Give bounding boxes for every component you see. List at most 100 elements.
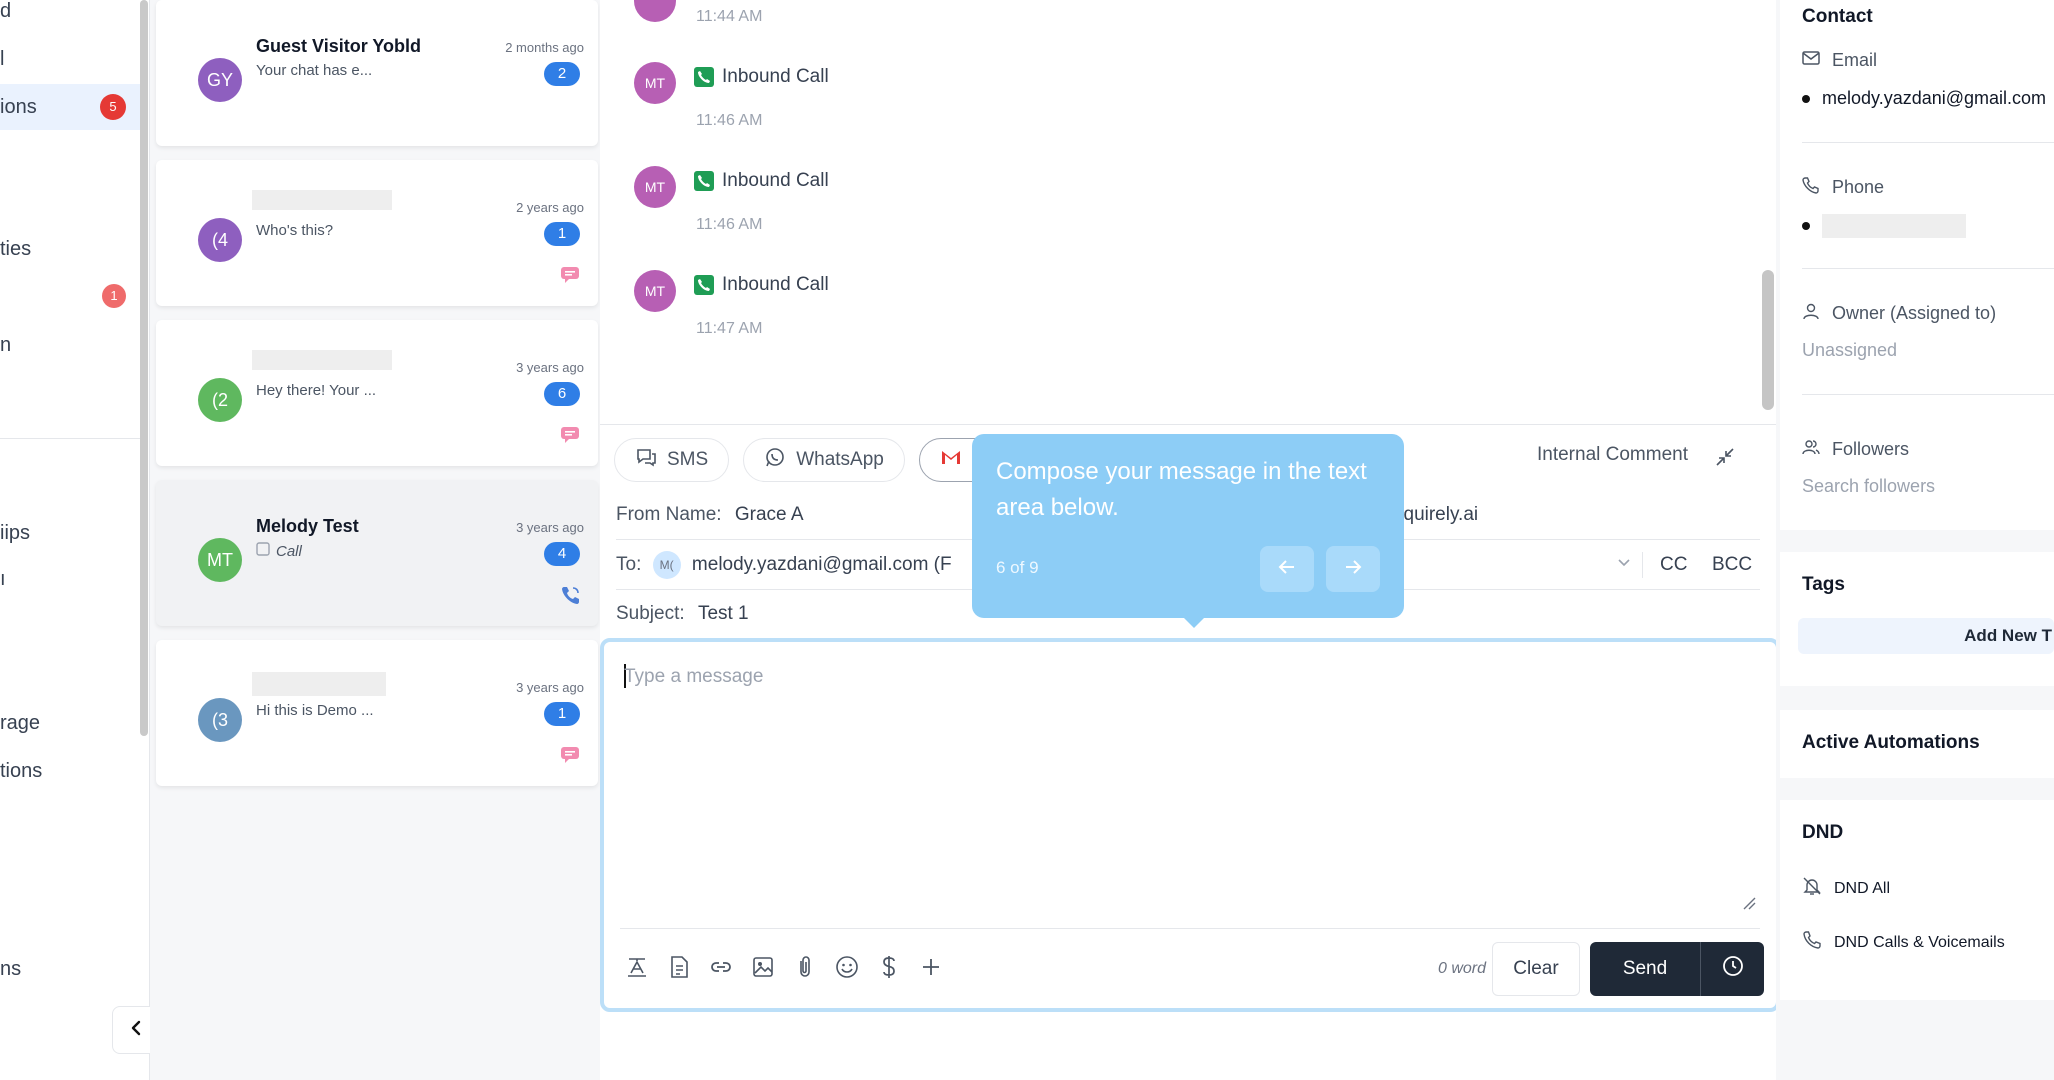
nav-item-5[interactable]: n — [0, 334, 11, 357]
resize-handle-icon[interactable] — [1742, 896, 1756, 915]
timestamp: 3 years ago — [516, 680, 584, 695]
collapse-icon[interactable] — [1714, 446, 1736, 473]
unread-count-badge: 6 — [544, 382, 580, 406]
nav-item-7[interactable]: ı — [0, 568, 6, 591]
link-icon[interactable] — [708, 954, 734, 980]
message-textarea-container: Type a message 0 word Clear Send — [600, 638, 1780, 1012]
avatar: (2 — [198, 378, 242, 422]
avatar: MT — [634, 270, 676, 312]
conversation-item-selected[interactable]: MT Melody Test Call 3 years ago 4 — [156, 480, 598, 626]
owner-label: Owner (Assigned to) — [1832, 303, 1997, 323]
plus-icon[interactable] — [918, 954, 944, 980]
dnd-calls-label: DND Calls & Voicemails — [1834, 933, 2005, 951]
owner-value[interactable]: Unassigned — [1802, 340, 1897, 361]
message-snippet-row: Call — [256, 542, 302, 560]
emoji-icon[interactable] — [834, 954, 860, 980]
user-icon — [1802, 302, 1820, 325]
nav-item-settings[interactable]: ns — [0, 958, 21, 981]
channel-tabs: SMS WhatsApp — [614, 438, 1003, 482]
from-value[interactable]: Grace A — [735, 504, 804, 525]
tooltip-next-button[interactable] — [1326, 546, 1380, 592]
avatar: MT — [634, 166, 676, 208]
subject-value[interactable]: Test 1 — [698, 603, 749, 624]
dollar-icon[interactable] — [876, 954, 902, 980]
phone-label-row: Phone — [1802, 176, 1884, 199]
chevron-down-icon[interactable] — [1616, 540, 1632, 590]
clear-button[interactable]: Clear — [1492, 942, 1580, 996]
onboarding-tooltip: Compose your message in the text area be… — [972, 434, 1404, 628]
avatar: GY — [198, 58, 242, 102]
schedule-send-button[interactable] — [1701, 954, 1764, 984]
followers-label: Followers — [1832, 439, 1910, 459]
tab-sms[interactable]: SMS — [614, 438, 730, 482]
email-value-row: melody.yazdani@gmail.com — [1802, 88, 2046, 109]
cc-button[interactable]: CC — [1660, 540, 1687, 590]
avatar: (3 — [198, 698, 242, 742]
message-textarea[interactable]: Type a message — [624, 666, 763, 688]
unread-count-badge: 4 — [544, 542, 580, 566]
nav-item-2[interactable]: l — [0, 48, 4, 71]
email-label-row: Email — [1802, 50, 1877, 71]
recipient-email[interactable]: melody.yazdani@gmail.com (F — [692, 554, 952, 575]
bcc-button[interactable]: BCC — [1712, 540, 1752, 590]
nav-badge-unread: 5 — [100, 94, 126, 120]
dnd-all-row[interactable]: DND All — [1802, 876, 1890, 901]
contact-card: Contact Email melody.yazdani@gmail.com P… — [1780, 0, 2054, 530]
arrow-left-icon — [1276, 556, 1298, 583]
nav-item-memberships[interactable]: iips — [0, 522, 30, 545]
email-value[interactable]: melody.yazdani@gmail.com — [1822, 88, 2046, 109]
conversation-list: GY Guest Visitor Yobld Your chat has e..… — [150, 0, 600, 1080]
mail-icon — [1802, 50, 1820, 71]
internal-comment-tab[interactable]: Internal Comment — [1537, 444, 1688, 466]
conversation-item[interactable]: GY Guest Visitor Yobld Your chat has e..… — [156, 0, 598, 146]
message-icon — [560, 746, 580, 764]
phone-icon — [694, 67, 714, 87]
avatar: (4 — [198, 218, 242, 262]
phone-icon — [694, 171, 714, 191]
call-small-icon — [256, 542, 270, 560]
nav-item-opportunities[interactable]: ties — [0, 238, 31, 261]
nav-item-automations[interactable]: tions — [0, 760, 42, 783]
unread-count-badge: 1 — [544, 702, 580, 726]
left-nav: d l ions 5 ties 1 n iips ı rage tions ns — [0, 0, 160, 1080]
email-label: Email — [1832, 50, 1878, 70]
tab-whatsapp[interactable]: WhatsApp — [743, 438, 905, 482]
image-icon[interactable] — [750, 954, 776, 980]
call-label: Inbound Call — [722, 66, 829, 87]
automations-title: Active Automations — [1802, 732, 1980, 753]
redacted-name — [252, 672, 386, 696]
message-time: 11:47 AM — [696, 320, 763, 337]
message-time: 11:46 AM — [696, 112, 763, 129]
recipient-avatar: M( — [652, 550, 681, 579]
nav-item-storage[interactable]: rage — [0, 712, 40, 735]
nav-scrollbar[interactable] — [140, 0, 148, 736]
tags-title: Tags — [1802, 574, 1845, 595]
conversation-item[interactable]: (2 Hey there! Your ... 3 years ago 6 — [156, 320, 598, 466]
call-label-row: Inbound Call — [694, 170, 829, 192]
clock-icon — [1721, 954, 1745, 984]
send-button[interactable]: Send — [1590, 958, 1700, 980]
nav-item-1[interactable]: d — [0, 0, 11, 23]
add-new-tag-button[interactable]: Add New T — [1798, 618, 2054, 654]
tab-label: WhatsApp — [796, 449, 884, 470]
bullet — [1802, 94, 1810, 103]
tooltip-step-counter: 6 of 9 — [996, 558, 1039, 577]
dnd-calls-row[interactable]: DND Calls & Voicemails — [1802, 930, 2005, 955]
conversation-item[interactable]: (3 Hi this is Demo ... 3 years ago 1 — [156, 640, 598, 786]
timestamp: 2 months ago — [505, 40, 584, 55]
contact-name: Guest Visitor Yobld — [256, 36, 422, 56]
contact-title: Contact — [1802, 6, 1873, 27]
text-format-icon[interactable] — [624, 954, 650, 980]
conversation-item[interactable]: (4 Who's this? 2 years ago 1 — [156, 160, 598, 306]
chat-scrollbar[interactable] — [1762, 270, 1774, 410]
message-snippet: Hi this is Demo ... — [256, 702, 374, 719]
tab-label: SMS — [667, 449, 709, 470]
send-button-group: Send — [1590, 942, 1764, 996]
template-icon[interactable] — [666, 954, 692, 980]
phone-icon — [694, 275, 714, 295]
attachment-icon[interactable] — [792, 954, 818, 980]
tooltip-prev-button[interactable] — [1260, 546, 1314, 592]
contact-panel: Contact Email melody.yazdani@gmail.com P… — [1776, 0, 2054, 1080]
divider — [600, 424, 1776, 425]
followers-search[interactable]: Search followers — [1802, 476, 1935, 497]
